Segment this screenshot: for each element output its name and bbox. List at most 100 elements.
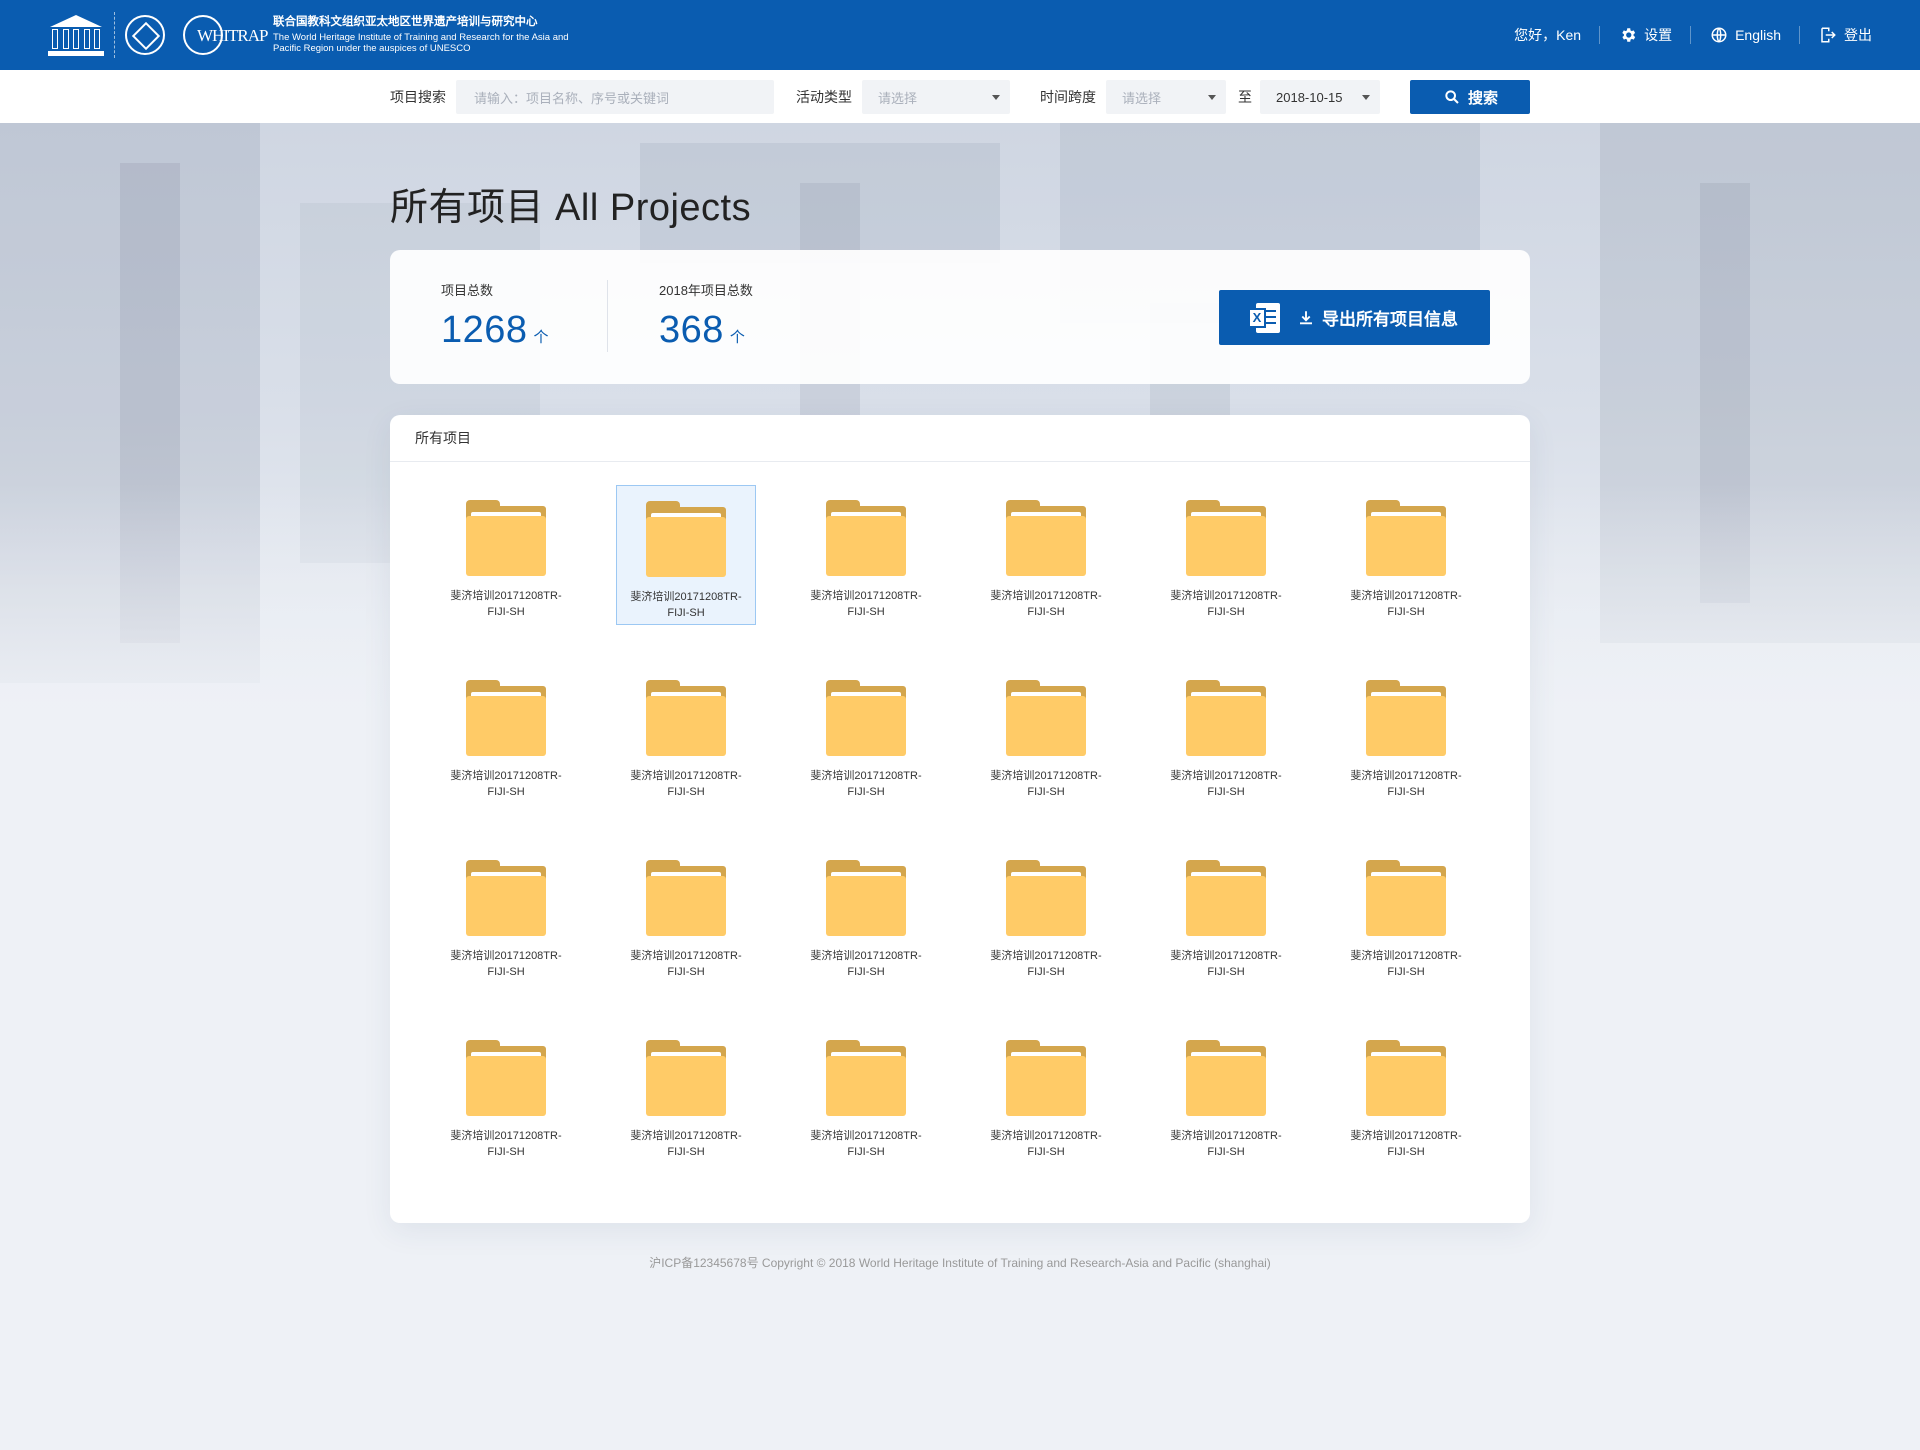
project-folder[interactable]: 斐济培训20171208TR- FIJI-SH xyxy=(616,485,756,625)
time-to-select[interactable]: 2018-10-15 xyxy=(1260,80,1380,114)
user-greeting: 您好，Ken xyxy=(1514,27,1582,43)
settings-button[interactable]: 设置 xyxy=(1618,25,1672,45)
search-button[interactable]: 搜索 xyxy=(1410,80,1530,114)
folder-icon xyxy=(1006,680,1086,756)
project-name-line2: FIJI-SH xyxy=(487,606,525,618)
folder-icon xyxy=(1006,500,1086,576)
project-name-line2: FIJI-SH xyxy=(1207,786,1245,798)
project-folder[interactable]: 斐济培训20171208TR- FIJI-SH xyxy=(436,1025,576,1165)
folder-icon xyxy=(1366,1040,1446,1116)
project-folder[interactable]: 斐济培训20171208TR- FIJI-SH xyxy=(616,665,756,805)
project-name-line2: FIJI-SH xyxy=(667,966,705,978)
nav-divider xyxy=(1690,26,1692,44)
project-folder-name: 斐济培训20171208TR- FIJI-SH xyxy=(796,1128,936,1160)
logout-label: 登出 xyxy=(1844,27,1872,43)
folder-icon xyxy=(466,860,546,936)
project-name-line1: 斐济培训20171208TR- xyxy=(1350,770,1462,782)
logout-button[interactable]: 登出 xyxy=(1818,25,1872,45)
logo-group[interactable]: WHITRAP 联合国教科文组织亚太地区世界遗产培训与研究中心 The Worl… xyxy=(48,10,569,60)
project-folder[interactable]: 斐济培训20171208TR- FIJI-SH xyxy=(1156,1025,1296,1165)
folder-icon xyxy=(1006,1040,1086,1116)
project-folder[interactable]: 斐济培训20171208TR- FIJI-SH xyxy=(436,665,576,805)
project-folder[interactable]: 斐济培训20171208TR- FIJI-SH xyxy=(436,845,576,985)
time-to-value: 2018-10-15 xyxy=(1276,89,1343,105)
year-projects-stat: 2018年项目总数 368 个 xyxy=(659,280,753,352)
project-folder[interactable]: 斐济培训20171208TR- FIJI-SH xyxy=(436,485,576,625)
project-folder[interactable]: 斐济培训20171208TR- FIJI-SH xyxy=(1336,665,1476,805)
project-folder[interactable]: 斐济培训20171208TR- FIJI-SH xyxy=(616,845,756,985)
project-name-line2: FIJI-SH xyxy=(487,966,525,978)
project-name-line2: FIJI-SH xyxy=(1387,966,1425,978)
org-name-cn: 联合国教科文组织亚太地区世界遗产培训与研究中心 xyxy=(273,16,538,28)
whitrap-logo: WHITRAP xyxy=(183,15,268,55)
folder-icon xyxy=(1186,860,1266,936)
project-folder[interactable]: 斐济培训20171208TR- FIJI-SH xyxy=(796,485,936,625)
gear-icon xyxy=(1618,25,1638,45)
folder-icon xyxy=(646,501,726,577)
settings-label: 设置 xyxy=(1644,27,1673,43)
project-name-line1: 斐济培训20171208TR- xyxy=(810,590,922,602)
language-switch[interactable]: English xyxy=(1709,25,1781,45)
project-search-input[interactable]: 请输入：项目名称、序号或关键词 xyxy=(456,80,774,114)
project-name-line1: 斐济培训20171208TR- xyxy=(630,770,742,782)
project-name-line1: 斐济培训20171208TR- xyxy=(450,590,562,602)
activity-type-label: 活动类型 xyxy=(796,89,852,105)
export-all-button[interactable]: X 导出所有项目信息 xyxy=(1219,290,1490,345)
activity-type-select[interactable]: 请选择 xyxy=(862,80,1010,114)
project-name-line2: FIJI-SH xyxy=(1387,786,1425,798)
project-name-line1: 斐济培训20171208TR- xyxy=(450,1130,562,1142)
project-folder-name: 斐济培训20171208TR- FIJI-SH xyxy=(1156,948,1296,980)
project-folder[interactable]: 斐济培训20171208TR- FIJI-SH xyxy=(1336,845,1476,985)
project-name-line1: 斐济培训20171208TR- xyxy=(990,1130,1102,1142)
excel-icon: X xyxy=(1248,302,1280,333)
project-folder[interactable]: 斐济培训20171208TR- FIJI-SH xyxy=(1336,485,1476,625)
project-folder-name: 斐济培训20171208TR- FIJI-SH xyxy=(436,1128,576,1160)
total-projects-unit: 个 xyxy=(533,329,550,346)
project-name-line1: 斐济培训20171208TR- xyxy=(810,770,922,782)
project-name-line2: FIJI-SH xyxy=(1207,606,1245,618)
project-name-line2: FIJI-SH xyxy=(847,966,885,978)
project-folder[interactable]: 斐济培训20171208TR- FIJI-SH xyxy=(976,1025,1116,1165)
project-name-line1: 斐济培训20171208TR- xyxy=(1350,590,1462,602)
year-projects-unit: 个 xyxy=(729,329,746,346)
project-folder[interactable]: 斐济培训20171208TR- FIJI-SH xyxy=(1156,485,1296,625)
project-name-line1: 斐济培训20171208TR- xyxy=(1170,1130,1282,1142)
folder-icon xyxy=(1366,680,1446,756)
project-folder-name: 斐济培训20171208TR- FIJI-SH xyxy=(796,948,936,980)
folder-icon xyxy=(1186,680,1266,756)
folder-icon xyxy=(466,1040,546,1116)
project-folder[interactable]: 斐济培训20171208TR- FIJI-SH xyxy=(1156,845,1296,985)
heritage-emblem xyxy=(125,15,165,55)
folder-icon xyxy=(466,680,546,756)
project-name-line2: FIJI-SH xyxy=(1207,1146,1245,1158)
time-span-label: 时间跨度 xyxy=(1040,89,1096,105)
project-name-line1: 斐济培训20171208TR- xyxy=(1170,770,1282,782)
time-from-select[interactable]: 请选择 xyxy=(1106,80,1226,114)
project-folder[interactable]: 斐济培训20171208TR- FIJI-SH xyxy=(976,845,1116,985)
project-name-line2: FIJI-SH xyxy=(667,786,705,798)
project-folder[interactable]: 斐济培训20171208TR- FIJI-SH xyxy=(1336,1025,1476,1165)
footer-copyright: 沪ICP备12345678号 Copyright © 2018 World He… xyxy=(649,1256,1271,1270)
project-folder[interactable]: 斐济培训20171208TR- FIJI-SH xyxy=(976,485,1116,625)
project-name-line1: 斐济培训20171208TR- xyxy=(990,770,1102,782)
folder-icon xyxy=(826,500,906,576)
project-folder[interactable]: 斐济培训20171208TR- FIJI-SH xyxy=(796,845,936,985)
project-folder-name: 斐济培训20171208TR- FIJI-SH xyxy=(436,948,576,980)
folder-icon xyxy=(1186,500,1266,576)
project-name-line1: 斐济培训20171208TR- xyxy=(630,1130,742,1142)
activity-type-group: 活动类型 请选择 xyxy=(796,80,1010,114)
download-icon xyxy=(1296,308,1316,328)
project-folder[interactable]: 斐济培训20171208TR- FIJI-SH xyxy=(616,1025,756,1165)
project-name-line1: 斐济培训20171208TR- xyxy=(810,950,922,962)
project-name-line1: 斐济培训20171208TR- xyxy=(1350,950,1462,962)
project-folder[interactable]: 斐济培训20171208TR- FIJI-SH xyxy=(1156,665,1296,805)
project-folder[interactable]: 斐济培训20171208TR- FIJI-SH xyxy=(796,665,936,805)
project-folder-name: 斐济培训20171208TR- FIJI-SH xyxy=(1156,768,1296,800)
project-folder[interactable]: 斐济培训20171208TR- FIJI-SH xyxy=(796,1025,936,1165)
project-name-line2: FIJI-SH xyxy=(667,607,705,619)
activity-type-value: 请选择 xyxy=(878,90,918,106)
project-name-line2: FIJI-SH xyxy=(667,1146,705,1158)
project-folder[interactable]: 斐济培训20171208TR- FIJI-SH xyxy=(976,665,1116,805)
time-span-group: 时间跨度 请选择 至 2018-10-15 xyxy=(1040,80,1380,114)
project-name-line1: 斐济培训20171208TR- xyxy=(810,1130,922,1142)
